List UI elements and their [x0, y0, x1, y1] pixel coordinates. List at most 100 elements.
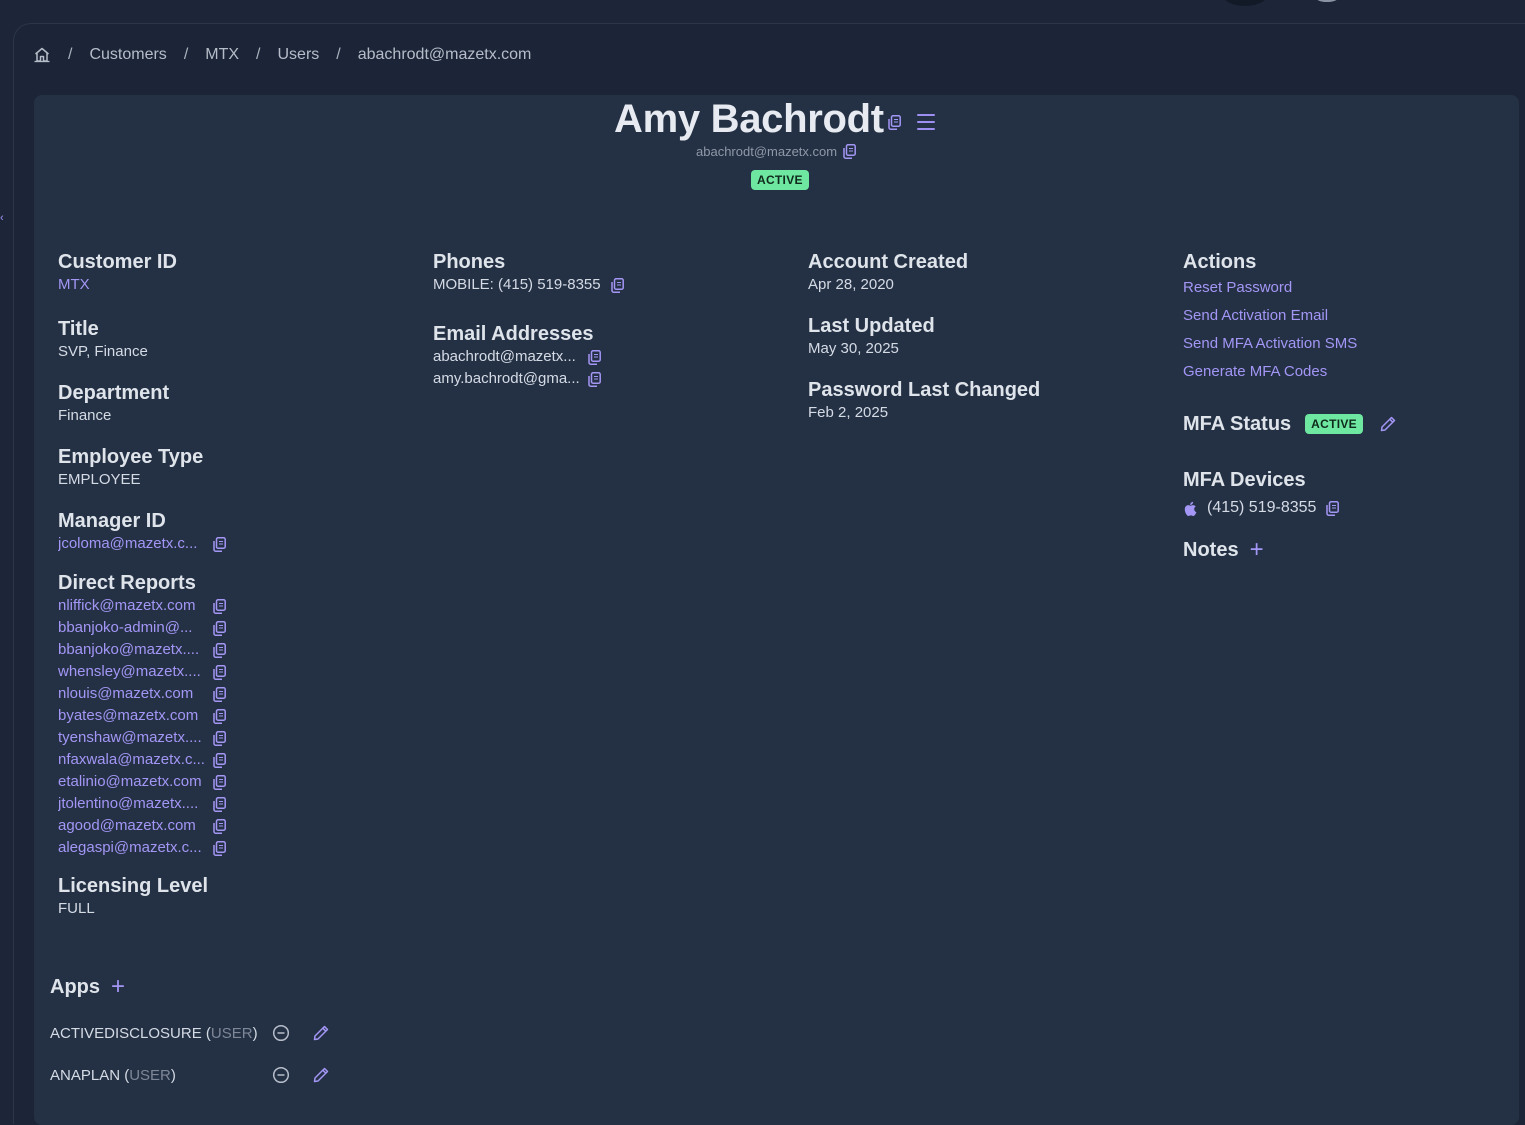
mfa-status-field: MFA Status ACTIVE — [1183, 412, 1397, 436]
send-activation-email-link[interactable]: Send Activation Email — [1183, 307, 1328, 324]
direct-report-link[interactable]: alegaspi@mazetx.c... — [58, 837, 213, 859]
customer-id-label: Customer ID — [58, 251, 177, 273]
copy-icon[interactable] — [213, 687, 226, 702]
breadcrumb-customers[interactable]: Customers — [89, 46, 166, 64]
direct-reports-label: Direct Reports — [58, 572, 196, 594]
direct-report-link[interactable]: tyenshaw@mazetx.... — [58, 727, 213, 749]
notes-label: Notes — [1183, 539, 1239, 561]
copy-icon[interactable] — [213, 819, 226, 834]
phones-field: Phones MOBILE: (415) 519-8355 — [433, 250, 624, 296]
password-last-changed-field: Password Last Changed Feb 2, 2025 — [808, 378, 1040, 424]
generate-mfa-codes-link[interactable]: Generate MFA Codes — [1183, 363, 1327, 380]
user-detail-card: Amy Bachrodt abachrodt@mazetx.com ACTIVE… — [34, 95, 1519, 1125]
home-icon[interactable] — [33, 46, 51, 64]
employee-type-field: Employee Type EMPLOYEE — [58, 445, 203, 491]
copy-icon[interactable] — [213, 709, 226, 724]
breadcrumb-users[interactable]: Users — [278, 46, 320, 64]
direct-report-link[interactable]: etalinio@mazetx.com — [58, 771, 213, 793]
direct-report-link[interactable]: nfaxwala@mazetx.c... — [58, 749, 213, 771]
direct-report-link[interactable]: nlouis@mazetx.com — [58, 683, 213, 705]
copy-icon[interactable] — [213, 797, 226, 812]
user-menu-icon[interactable] — [1316, 0, 1338, 2]
licensing-level-field: Licensing Level FULL — [58, 874, 208, 920]
email-addresses-field: Email Addresses abachrodt@mazetx... amy.… — [433, 322, 601, 390]
department-value: Finance — [58, 407, 112, 424]
copy-icon[interactable] — [213, 537, 226, 552]
copy-icon[interactable] — [1326, 501, 1339, 516]
copy-icon[interactable] — [888, 115, 901, 130]
copy-icon[interactable] — [213, 753, 226, 768]
remove-app-icon[interactable] — [272, 1024, 290, 1042]
copy-icon[interactable] — [213, 643, 226, 658]
remove-app-icon[interactable] — [272, 1066, 290, 1084]
edit-app-icon[interactable] — [312, 1024, 330, 1042]
last-updated-label: Last Updated — [808, 315, 935, 337]
app-label: ANAPLAN (USER) — [50, 1066, 176, 1084]
copy-icon[interactable] — [588, 350, 601, 365]
account-created-value: Apr 28, 2020 — [808, 276, 894, 293]
app-role: USER — [210, 1024, 253, 1042]
email-address-value: amy.bachrodt@gma... — [433, 370, 580, 387]
title-label: Title — [58, 318, 99, 340]
password-last-changed-label: Password Last Changed — [808, 379, 1041, 401]
app-name: ACTIVEDISCLOSURE — [50, 1024, 202, 1042]
copy-icon[interactable] — [213, 775, 226, 790]
account-created-field: Account Created Apr 28, 2020 — [808, 250, 968, 296]
account-created-label: Account Created — [808, 251, 969, 273]
licensing-level-value: FULL — [58, 900, 95, 917]
copy-icon[interactable] — [588, 372, 601, 387]
direct-report-link[interactable]: byates@mazetx.com — [58, 705, 213, 727]
last-updated-field: Last Updated May 30, 2025 — [808, 314, 935, 360]
hamburger-menu-icon[interactable] — [916, 113, 935, 130]
phones-label: Phones — [433, 251, 506, 273]
mfa-status-label: MFA Status — [1183, 413, 1292, 435]
breadcrumb-separator: / — [256, 46, 261, 63]
direct-report-link[interactable]: whensley@mazetx.... — [58, 661, 213, 683]
direct-report-link[interactable]: agood@mazetx.com — [58, 815, 213, 837]
customer-id-link[interactable]: MTX — [58, 276, 90, 293]
edit-app-icon[interactable] — [312, 1066, 330, 1084]
user-email-row: abachrodt@mazetx.com — [696, 144, 856, 159]
direct-report-link[interactable]: nliffick@mazetx.com — [58, 595, 213, 617]
app-label: ACTIVEDISCLOSURE (USER) — [50, 1024, 258, 1042]
apps-label: Apps — [50, 976, 100, 998]
direct-report-link[interactable]: jtolentino@mazetx.... — [58, 793, 213, 815]
copy-icon[interactable] — [843, 144, 856, 159]
sidebar-toggle-icon[interactable]: ‹ — [0, 212, 4, 230]
copy-icon[interactable] — [213, 665, 226, 680]
customer-id-field: Customer ID MTX — [58, 250, 177, 296]
manager-id-label: Manager ID — [58, 510, 166, 532]
add-app-icon[interactable]: + — [111, 975, 125, 999]
direct-report-link[interactable]: bbanjoko@mazetx.... — [58, 639, 213, 661]
app-row: ACTIVEDISCLOSURE (USER) — [50, 1024, 330, 1042]
copy-icon[interactable] — [213, 599, 226, 614]
manager-id-link[interactable]: jcoloma@mazetx.c... — [58, 533, 213, 555]
breadcrumb-separator: / — [183, 46, 189, 63]
breadcrumb: / Customers / MTX / Users / abachrodt@ma… — [33, 44, 531, 66]
edit-mfa-status-icon[interactable] — [1379, 415, 1397, 433]
last-updated-value: May 30, 2025 — [808, 340, 899, 357]
mfa-status-badge: ACTIVE — [1305, 414, 1363, 434]
direct-report-link[interactable]: bbanjoko-admin@... — [58, 617, 213, 639]
avatar[interactable] — [1222, 0, 1268, 6]
notes-field: Notes + — [1183, 538, 1264, 562]
add-note-icon[interactable]: + — [1250, 538, 1264, 562]
user-header: Amy Bachrodt — [614, 97, 935, 142]
copy-icon[interactable] — [213, 731, 226, 746]
breadcrumb-customer-mtx[interactable]: MTX — [205, 46, 239, 64]
copy-icon[interactable] — [213, 841, 226, 856]
manager-id-field: Manager ID jcoloma@mazetx.c... — [58, 509, 226, 555]
send-mfa-activation-sms-link[interactable]: Send MFA Activation SMS — [1183, 335, 1357, 352]
page-title: Amy Bachrodt — [614, 97, 884, 141]
copy-icon[interactable] — [213, 621, 226, 636]
email-address-value: abachrodt@mazetx... — [433, 348, 576, 365]
breadcrumb-current: abachrodt@mazetx.com — [357, 46, 532, 63]
password-last-changed-value: Feb 2, 2025 — [808, 404, 889, 421]
breadcrumb-separator: / — [336, 46, 341, 63]
apps-header: Apps + — [50, 975, 125, 999]
actions-field: Actions Reset Password Send Activation E… — [1183, 250, 1357, 386]
copy-icon[interactable] — [611, 278, 624, 293]
reset-password-link[interactable]: Reset Password — [1183, 279, 1292, 296]
user-email: abachrodt@mazetx.com — [696, 144, 838, 159]
actions-label: Actions — [1183, 251, 1257, 273]
